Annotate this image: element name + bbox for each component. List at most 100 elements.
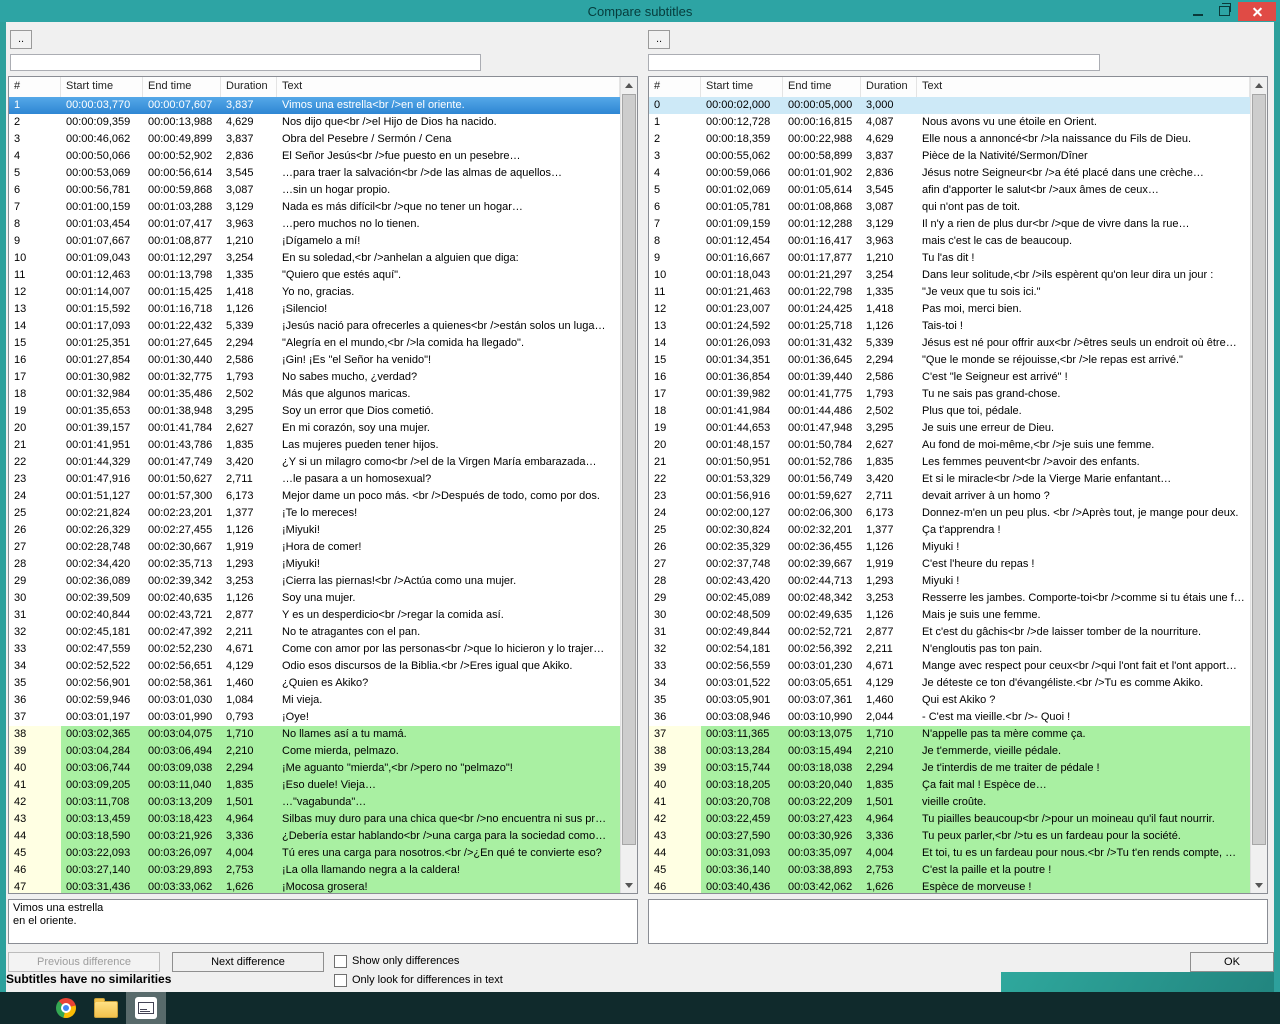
column-header-num[interactable]: # <box>9 77 61 97</box>
only-text-differences-checkbox[interactable] <box>334 973 347 987</box>
scroll-down-button[interactable] <box>621 877 637 893</box>
scrollbar-thumb[interactable] <box>622 94 636 845</box>
subtitle-row[interactable]: 42 00:03:11,708 00:03:13,209 1,501 …"vagabun… <box>9 794 620 811</box>
subtitle-row[interactable]: 15 00:01:34,351 00:01:36,645 2,294 "Que le m… <box>649 352 1250 369</box>
subtitle-row[interactable]: 6 00:00:56,781 00:00:59,868 3,087 …sin un ho… <box>9 182 620 199</box>
next-difference-button[interactable]: Next difference <box>172 952 324 972</box>
subtitle-row[interactable]: 20 00:01:48,157 00:01:50,784 2,627 Au fond d… <box>649 437 1250 454</box>
browse-right-button[interactable]: .. <box>648 30 670 49</box>
subtitle-row[interactable]: 21 00:01:41,951 00:01:43,786 1,835 Las mujer… <box>9 437 620 454</box>
column-header-end-time[interactable]: End time <box>143 77 221 97</box>
subtitle-row[interactable]: 3 00:00:46,062 00:00:49,899 3,837 Obra del P… <box>9 131 620 148</box>
file-combobox-left[interactable] <box>10 54 481 71</box>
subtitle-row[interactable]: 41 00:03:09,205 00:03:11,040 1,835 ¡Eso duel… <box>9 777 620 794</box>
subtitle-preview-right[interactable] <box>648 899 1268 944</box>
subtitle-row[interactable]: 40 00:03:18,205 00:03:20,040 1,835 Ça fait m… <box>649 777 1250 794</box>
subtitle-row[interactable]: 26 00:02:35,329 00:02:36,455 1,126 Miyuki ! <box>649 539 1250 556</box>
subtitle-row[interactable]: 2 00:00:09,359 00:00:13,988 4,629 Nos dijo q… <box>9 114 620 131</box>
subtitle-row[interactable]: 22 00:01:53,329 00:01:56,749 3,420 Et si le … <box>649 471 1250 488</box>
scroll-down-button[interactable] <box>1251 877 1267 893</box>
subtitle-row[interactable]: 32 00:02:45,181 00:02:47,392 2,211 No te atr… <box>9 624 620 641</box>
subtitle-row[interactable]: 28 00:02:34,420 00:02:35,713 1,293 ¡Miyuki! <box>9 556 620 573</box>
subtitle-row[interactable]: 13 00:01:15,592 00:01:16,718 1,126 ¡Silencio… <box>9 301 620 318</box>
subtitle-row[interactable]: 43 00:03:27,590 00:03:30,926 3,336 Tu peux p… <box>649 828 1250 845</box>
scroll-up-button[interactable] <box>1251 77 1267 93</box>
subtitle-row[interactable]: 39 00:03:04,284 00:03:06,494 2,210 Come mier… <box>9 743 620 760</box>
subtitle-row[interactable]: 3 00:00:55,062 00:00:58,899 3,837 Pièce de l… <box>649 148 1250 165</box>
subtitle-row[interactable]: 32 00:02:54,181 00:02:56,392 2,211 N'englout… <box>649 641 1250 658</box>
subtitle-row[interactable]: 18 00:01:41,984 00:01:44,486 2,502 Plus que … <box>649 403 1250 420</box>
subtitle-row[interactable]: 30 00:02:39,509 00:02:40,635 1,126 Soy una m… <box>9 590 620 607</box>
subtitle-row[interactable]: 33 00:02:47,559 00:02:52,230 4,671 Come con … <box>9 641 620 658</box>
subtitle-row[interactable]: 12 00:01:23,007 00:01:24,425 1,418 Pas moi, … <box>649 301 1250 318</box>
subtitle-row[interactable]: 42 00:03:22,459 00:03:27,423 4,964 Tu piaill… <box>649 811 1250 828</box>
subtitle-row[interactable]: 37 00:03:11,365 00:03:13,075 1,710 N'appelle… <box>649 726 1250 743</box>
column-header-duration[interactable]: Duration <box>221 77 277 97</box>
subtitle-row[interactable]: 5 00:00:53,069 00:00:56,614 3,545 …para trae… <box>9 165 620 182</box>
subtitle-row[interactable]: 1 00:00:03,770 00:00:07,607 3,837 Vimos una … <box>9 97 620 114</box>
subtitle-row[interactable]: 45 00:03:36,140 00:03:38,893 2,753 C'est la … <box>649 862 1250 879</box>
subtitle-row[interactable]: 25 00:02:21,824 00:02:23,201 1,377 ¡Te lo me… <box>9 505 620 522</box>
subtitle-row[interactable]: 2 00:00:18,359 00:00:22,988 4,629 Elle nous … <box>649 131 1250 148</box>
subtitle-row[interactable]: 1 00:00:12,728 00:00:16,815 4,087 Nous avons… <box>649 114 1250 131</box>
show-only-differences-checkbox[interactable] <box>334 954 347 968</box>
subtitle-row[interactable]: 44 00:03:18,590 00:03:21,926 3,336 ¿Debería … <box>9 828 620 845</box>
subtitle-row[interactable]: 36 00:02:59,946 00:03:01,030 1,084 Mi vieja. <box>9 692 620 709</box>
taskbar-subtitle-app-button[interactable] <box>126 992 166 1024</box>
browse-left-button[interactable]: .. <box>10 30 32 49</box>
subtitle-row[interactable]: 9 00:01:07,667 00:01:08,877 1,210 ¡Dígamelo … <box>9 233 620 250</box>
subtitle-row[interactable]: 4 00:00:59,066 00:01:01,902 2,836 Jésus notr… <box>649 165 1250 182</box>
subtitle-row[interactable]: 8 00:01:03,454 00:01:07,417 3,963 …pero much… <box>9 216 620 233</box>
subtitle-row[interactable]: 21 00:01:50,951 00:01:52,786 1,835 Les femme… <box>649 454 1250 471</box>
subtitle-row[interactable]: 29 00:02:45,089 00:02:48,342 3,253 Resserre … <box>649 590 1250 607</box>
subtitle-row[interactable]: 10 00:01:18,043 00:01:21,297 3,254 Dans leur… <box>649 267 1250 284</box>
subtitle-row[interactable]: 40 00:03:06,744 00:03:09,038 2,294 ¡Me aguan… <box>9 760 620 777</box>
taskbar-chrome-button[interactable] <box>46 992 86 1024</box>
subtitle-row[interactable]: 13 00:01:24,592 00:01:25,718 1,126 Tais-toi … <box>649 318 1250 335</box>
subtitle-row[interactable]: 18 00:01:32,984 00:01:35,486 2,502 Más que a… <box>9 386 620 403</box>
subtitle-row[interactable]: 19 00:01:44,653 00:01:47,948 3,295 Je suis u… <box>649 420 1250 437</box>
subtitle-row[interactable]: 35 00:02:56,901 00:02:58,361 1,460 ¿Quien es… <box>9 675 620 692</box>
column-header-start-time[interactable]: Start time <box>61 77 143 97</box>
subtitle-row[interactable]: 5 00:01:02,069 00:01:05,614 3,545 afin d'app… <box>649 182 1250 199</box>
subtitle-row[interactable]: 19 00:01:35,653 00:01:38,948 3,295 Soy un er… <box>9 403 620 420</box>
previous-difference-button[interactable]: Previous difference <box>8 952 160 972</box>
subtitle-row[interactable]: 11 00:01:21,463 00:01:22,798 1,335 "Je veux … <box>649 284 1250 301</box>
subtitle-row[interactable]: 38 00:03:02,365 00:03:04,075 1,710 No llames… <box>9 726 620 743</box>
subtitle-row[interactable]: 17 00:01:39,982 00:01:41,775 1,793 Tu ne sai… <box>649 386 1250 403</box>
subtitle-row[interactable]: 24 00:01:51,127 00:01:57,300 6,173 Mejor dam… <box>9 488 620 505</box>
close-button[interactable] <box>1238 1 1276 21</box>
subtitle-row[interactable]: 27 00:02:37,748 00:02:39,667 1,919 C'est l'h… <box>649 556 1250 573</box>
column-header-end-time[interactable]: End time <box>783 77 861 97</box>
minimize-button[interactable] <box>1184 2 1211 21</box>
column-header-num[interactable]: # <box>649 77 701 97</box>
subtitle-row[interactable]: 17 00:01:30,982 00:01:32,775 1,793 No sabes … <box>9 369 620 386</box>
subtitle-row[interactable]: 0 00:00:02,000 00:00:05,000 3,000 <box>649 97 1250 114</box>
subtitle-row[interactable]: 8 00:01:12,454 00:01:16,417 3,963 mais c'est… <box>649 233 1250 250</box>
taskbar-file-explorer-button[interactable] <box>86 992 126 1024</box>
subtitle-row[interactable]: 11 00:01:12,463 00:01:13,798 1,335 "Quiero q… <box>9 267 620 284</box>
subtitle-row[interactable]: 23 00:01:47,916 00:01:50,627 2,711 …le pasar… <box>9 471 620 488</box>
subtitle-row[interactable]: 16 00:01:36,854 00:01:39,440 2,586 C'est "le… <box>649 369 1250 386</box>
subtitle-row[interactable]: 4 00:00:50,066 00:00:52,902 2,836 El Señor J… <box>9 148 620 165</box>
subtitle-row[interactable]: 36 00:03:08,946 00:03:10,990 2,044 - C'est m… <box>649 709 1250 726</box>
subtitle-row[interactable]: 23 00:01:56,916 00:01:59,627 2,711 devait ar… <box>649 488 1250 505</box>
maximize-button[interactable] <box>1211 2 1238 21</box>
subtitle-row[interactable]: 9 00:01:16,667 00:01:17,877 1,210 Tu l'as di… <box>649 250 1250 267</box>
subtitle-row[interactable]: 45 00:03:22,093 00:03:26,097 4,004 Tú eres u… <box>9 845 620 862</box>
subtitle-row[interactable]: 46 00:03:27,140 00:03:29,893 2,753 ¡La olla … <box>9 862 620 879</box>
ok-button[interactable]: OK <box>1190 952 1274 972</box>
subtitle-row[interactable]: 14 00:01:17,093 00:01:22,432 5,339 ¡Jesús na… <box>9 318 620 335</box>
subtitle-row[interactable]: 28 00:02:43,420 00:02:44,713 1,293 Miyuki ! <box>649 573 1250 590</box>
subtitle-row[interactable]: 7 00:01:09,159 00:01:12,288 3,129 Il n'y a r… <box>649 216 1250 233</box>
subtitle-row[interactable]: 20 00:01:39,157 00:01:41,784 2,627 En mi cor… <box>9 420 620 437</box>
subtitle-row[interactable]: 24 00:02:00,127 00:02:06,300 6,173 Donnez-m'… <box>649 505 1250 522</box>
column-header-start-time[interactable]: Start time <box>701 77 783 97</box>
subtitle-row[interactable]: 38 00:03:13,284 00:03:15,494 2,210 Je t'emme… <box>649 743 1250 760</box>
subtitle-row[interactable]: 29 00:02:36,089 00:02:39,342 3,253 ¡Cierra l… <box>9 573 620 590</box>
subtitle-row[interactable]: 22 00:01:44,329 00:01:47,749 3,420 ¿Y si un … <box>9 454 620 471</box>
subtitle-row[interactable]: 12 00:01:14,007 00:01:15,425 1,418 Yo no, gr… <box>9 284 620 301</box>
subtitle-row[interactable]: 16 00:01:27,854 00:01:30,440 2,586 ¡Gin! ¡Es… <box>9 352 620 369</box>
subtitle-row[interactable]: 44 00:03:31,093 00:03:35,097 4,004 Et toi, t… <box>649 845 1250 862</box>
subtitle-preview-left[interactable]: Vimos una estrella en el oriente. <box>8 899 638 944</box>
